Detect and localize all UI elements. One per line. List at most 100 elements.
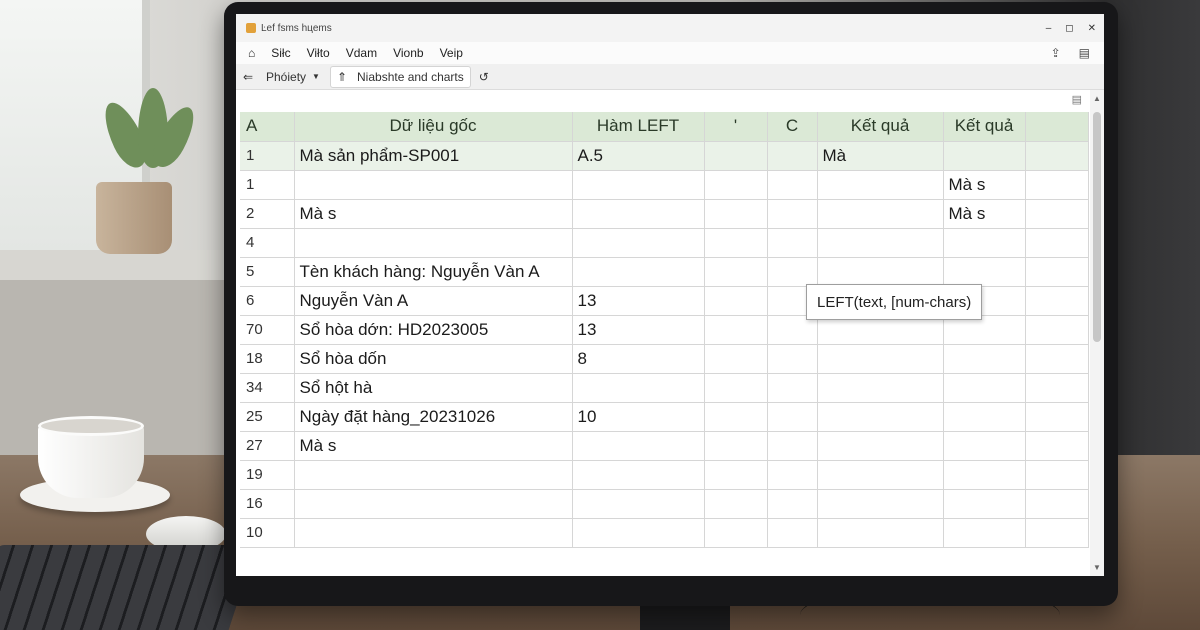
grid-cell[interactable] <box>767 170 818 200</box>
tab-active-sheet[interactable]: ⇑ Niabshte and charts <box>329 65 471 88</box>
grid-cell[interactable]: Sổ hòa dốn <box>294 344 573 374</box>
row-header[interactable]: 2 <box>240 199 295 229</box>
grid-cell[interactable] <box>1025 228 1089 258</box>
row-header[interactable]: 34 <box>240 373 295 403</box>
grid-cell[interactable]: Mà s <box>294 431 573 461</box>
grid-cell[interactable] <box>704 518 768 548</box>
row-header[interactable]: 4 <box>240 228 295 258</box>
grid-cell[interactable]: 8 <box>572 344 705 374</box>
grid-cell[interactable] <box>767 141 818 171</box>
grid-cell[interactable] <box>572 460 705 490</box>
grid-cell[interactable] <box>572 228 705 258</box>
grid-cell[interactable] <box>704 315 768 345</box>
grid-cell[interactable] <box>704 141 768 171</box>
row-header[interactable]: 70 <box>240 315 295 345</box>
grid-cell[interactable]: Mà s <box>943 170 1026 200</box>
maximize-icon[interactable]: ◻ <box>1065 23 1073 34</box>
grid-cell[interactable]: Mà s <box>943 199 1026 229</box>
grid-cell[interactable] <box>704 257 768 287</box>
grid-cell[interactable] <box>943 228 1026 258</box>
menu-item-4[interactable]: Vionb <box>393 46 423 60</box>
grid-cell[interactable] <box>943 431 1026 461</box>
grid-cell[interactable] <box>817 460 944 490</box>
row-header[interactable]: 16 <box>240 489 295 519</box>
grid-cell[interactable] <box>704 373 768 403</box>
chevron-down-icon[interactable]: ▼ <box>312 72 320 81</box>
column-header[interactable] <box>1025 112 1089 142</box>
menu-item-5[interactable]: Veip <box>440 46 463 60</box>
close-icon[interactable]: ✕ <box>1088 23 1096 34</box>
grid-cell[interactable] <box>572 257 705 287</box>
grid-cell[interactable] <box>704 228 768 258</box>
scroll-up-icon[interactable]: ▲ <box>1090 94 1104 103</box>
grid-cell[interactable] <box>704 286 768 316</box>
vertical-scrollbar[interactable]: ▲ ▼ <box>1090 90 1104 576</box>
grid-cell[interactable] <box>817 431 944 461</box>
grid-cell[interactable]: 13 <box>572 315 705 345</box>
grid-cell[interactable]: Mà s <box>294 199 573 229</box>
grid-cell[interactable] <box>1025 344 1089 374</box>
grid-cell[interactable]: A.5 <box>572 141 705 171</box>
row-header[interactable]: 25 <box>240 402 295 432</box>
grid-cell[interactable]: Mà sản phẩm-SP001 <box>294 141 573 171</box>
sheet-options-icon[interactable]: ▤ <box>1072 93 1082 106</box>
grid-cell[interactable] <box>1025 257 1089 287</box>
menu-item-1[interactable]: Siłc <box>271 46 290 60</box>
grid-cell[interactable] <box>767 257 818 287</box>
grid-cell[interactable] <box>294 228 573 258</box>
minimize-icon[interactable]: – <box>1046 23 1052 34</box>
grid-cell[interactable]: Tèn khách hàng: Nguyễn Vàn A <box>294 257 573 287</box>
grid-cell[interactable] <box>943 489 1026 519</box>
column-header[interactable]: Kết quả <box>943 112 1026 142</box>
grid-cell[interactable] <box>817 199 944 229</box>
grid-cell[interactable] <box>1025 286 1089 316</box>
column-header[interactable]: ' <box>704 112 768 142</box>
grid-cell[interactable] <box>572 431 705 461</box>
grid-cell[interactable] <box>817 402 944 432</box>
grid-cell[interactable]: Sổ hòa dớn: HD2023005 <box>294 315 573 345</box>
grid-cell[interactable] <box>704 344 768 374</box>
grid-cell[interactable] <box>943 402 1026 432</box>
grid-cell[interactable] <box>817 373 944 403</box>
grid-cell[interactable] <box>817 344 944 374</box>
grid-cell[interactable]: Mà <box>817 141 944 171</box>
grid-cell[interactable] <box>704 170 768 200</box>
grid-cell[interactable] <box>704 402 768 432</box>
grid-cell[interactable] <box>817 257 944 287</box>
grid-cell[interactable] <box>572 199 705 229</box>
grid-cell[interactable] <box>767 460 818 490</box>
row-header[interactable]: 6 <box>240 286 295 316</box>
row-header[interactable]: 19 <box>240 460 295 490</box>
grid-cell[interactable] <box>294 170 573 200</box>
grid-cell[interactable] <box>1025 141 1089 171</box>
grid-cell[interactable] <box>1025 402 1089 432</box>
grid-cell[interactable] <box>817 170 944 200</box>
grid-cell[interactable] <box>704 489 768 519</box>
home-icon[interactable]: ⌂ <box>248 46 255 60</box>
grid-cell[interactable] <box>1025 460 1089 490</box>
grid-cell[interactable] <box>767 402 818 432</box>
grid-cell[interactable]: Ngày đặt hàng_20231026 <box>294 402 573 432</box>
grid-cell[interactable] <box>767 489 818 519</box>
grid-cell[interactable]: 10 <box>572 402 705 432</box>
grid-cell[interactable] <box>1025 315 1089 345</box>
grid-cell[interactable] <box>1025 518 1089 548</box>
grid-cell[interactable] <box>767 199 818 229</box>
share-icon[interactable]: ⇪ <box>1051 46 1061 60</box>
grid-cell[interactable] <box>572 489 705 519</box>
grid-cell[interactable] <box>1025 489 1089 519</box>
row-header[interactable]: 5 <box>240 257 295 287</box>
grid-cell[interactable] <box>294 460 573 490</box>
row-header[interactable]: 18 <box>240 344 295 374</box>
grid-cell[interactable]: Nguyễn Vàn A <box>294 286 573 316</box>
refresh-icon[interactable]: ↺ <box>479 70 489 84</box>
comment-icon[interactable]: ▤ <box>1079 46 1090 60</box>
row-header[interactable]: 10 <box>240 518 295 548</box>
column-header[interactable]: Kết quả <box>817 112 944 142</box>
grid-cell[interactable] <box>704 460 768 490</box>
grid-cell[interactable] <box>767 373 818 403</box>
grid-cell[interactable] <box>767 344 818 374</box>
grid-cell[interactable] <box>943 257 1026 287</box>
corner-header[interactable]: A <box>240 112 295 142</box>
row-header[interactable]: 27 <box>240 431 295 461</box>
